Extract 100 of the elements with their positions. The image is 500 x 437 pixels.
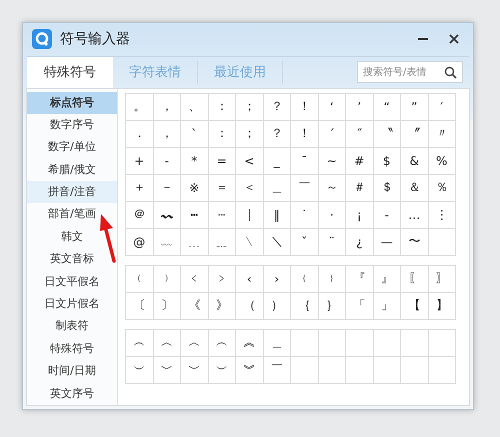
symbol-cell[interactable]: … [401,202,428,229]
symbol-cell[interactable]: ︽ [236,330,264,357]
symbol-cell[interactable]: ！ [291,94,318,121]
sidebar-item[interactable]: 数字/单位 [48,136,96,159]
symbol-cell[interactable]: ＄ [374,174,401,202]
symbol-cell[interactable]: ¿ [346,228,374,256]
symbol-cell[interactable]: ＿ [264,174,291,202]
symbol-cell[interactable]: 【 [401,292,428,320]
symbol-cell[interactable]: ＼ [264,228,291,256]
tab[interactable]: 特殊符号 [27,56,113,88]
symbol-cell[interactable]: 》 [208,292,236,320]
symbol-cell[interactable]: _ [264,148,291,175]
symbol-cell[interactable]: ┄ [208,202,236,229]
symbol-cell[interactable]: ” [401,94,428,121]
symbol-cell[interactable]: @ [126,228,154,256]
symbol-cell[interactable]: ＠ [126,202,154,229]
symbol-cell[interactable]: & [401,148,428,175]
symbol-cell[interactable]: 《 [181,292,208,320]
symbol-cell[interactable]: ﹤ [181,266,208,293]
symbol-cell[interactable]: ︵ [208,330,236,357]
symbol-cell[interactable]: 】 [428,292,456,320]
symbol-cell[interactable]: ？ [264,120,291,148]
symbol-cell[interactable]: ¯ [291,148,318,175]
symbol-cell[interactable]: ￣ [264,356,291,384]
symbol-cell[interactable]: ﹛ [291,266,318,293]
sidebar-item[interactable]: 制表符 [56,315,88,338]
symbol-cell[interactable]: ￣ [291,174,318,202]
symbol-cell[interactable]: 〃 [428,120,456,148]
symbol-cell[interactable]: ﹏ [154,228,181,256]
symbol-cell[interactable]: ︶ [126,356,154,384]
symbol-cell[interactable]: ˋ [181,120,208,148]
symbol-cell[interactable]: ＋ [126,174,154,202]
symbol-cell[interactable]: $ [374,148,401,175]
symbol-cell[interactable]: ﹀ [181,356,208,384]
sidebar-item[interactable]: 时间/日期 [48,360,96,383]
symbol-cell[interactable]: % [428,148,456,175]
symbol-cell[interactable]: ﹙ [126,266,154,293]
symbol-cell[interactable]: ﹍ [181,228,208,256]
symbol-cell[interactable]: ˊ [318,120,346,148]
symbol-cell[interactable]: = [208,148,236,175]
symbol-cell[interactable]: ） [264,292,291,320]
search-field[interactable]: 搜索符号/表情 [357,61,463,84]
symbol-cell[interactable]: ﹎ [208,228,236,256]
symbol-cell[interactable]: ＝ [208,174,236,202]
symbol-cell[interactable]: ~ [318,148,346,175]
symbol-cell[interactable]: ＿ [264,330,291,357]
symbol-cell[interactable]: 〝 [374,120,401,148]
symbol-cell[interactable]: ～ [318,174,346,202]
symbol-cell[interactable]: ： [208,94,236,121]
symbol-cell[interactable]: ‐ [374,202,401,229]
symbol-cell[interactable]: 〗 [428,266,456,293]
symbol-cell[interactable]: 〕 [154,292,181,320]
symbol-cell[interactable]: ： [208,120,236,148]
symbol-cell[interactable]: ﹥ [208,266,236,293]
symbol-cell[interactable]: ︵ [126,330,154,357]
symbol-cell[interactable]: 。 [126,94,154,121]
symbol-cell[interactable]: ‘ [318,94,346,121]
symbol-cell[interactable]: － [154,174,181,202]
symbol-cell[interactable]: （ [236,292,264,320]
symbol-cell[interactable]: ﹀ [154,356,181,384]
symbol-cell[interactable]: › [264,266,291,293]
symbol-cell[interactable]: ︿ [181,330,208,357]
symbol-cell[interactable]: 〰 [154,202,181,229]
symbol-cell[interactable]: ‹ [236,266,264,293]
symbol-cell[interactable]: ﹚ [154,266,181,293]
symbol-cell[interactable]: — [374,228,401,256]
symbol-cell[interactable]: ┅ [181,202,208,229]
symbol-cell[interactable]: ｜ [236,202,264,229]
symbol-cell[interactable]: ！ [291,120,318,148]
symbol-cell[interactable]: ’ [346,94,374,121]
symbol-cell[interactable]: 」 [374,292,401,320]
symbol-cell[interactable]: ＜ [236,174,264,202]
sidebar-item[interactable]: 英文序号 [50,382,94,405]
symbol-cell[interactable]: ？ [264,94,291,121]
symbol-cell[interactable]: 〞 [401,120,428,148]
symbol-cell[interactable]: ︙ [428,202,456,229]
symbol-cell[interactable]: ﹨ [236,228,264,256]
symbol-cell[interactable]: - [154,148,181,175]
symbol-cell[interactable]: ， [154,94,181,121]
symbol-cell[interactable]: 、 [181,94,208,121]
symbol-cell[interactable]: ¡ [346,202,374,229]
sidebar-item[interactable]: 数字序号 [50,114,94,136]
symbol-cell[interactable]: ˙ [291,202,318,229]
symbol-cell[interactable]: ＃ [346,174,374,202]
symbol-cell[interactable]: 「 [346,292,374,320]
symbol-cell[interactable]: ˇ [291,228,318,256]
symbol-cell[interactable]: 〔 [126,292,154,320]
symbol-cell[interactable]: ′ [428,94,456,121]
symbol-cell[interactable]: + [126,148,154,175]
symbol-cell[interactable]: ； [236,94,264,121]
sidebar-item[interactable]: 英文音标 [50,248,94,271]
symbol-cell[interactable]: * [181,148,208,175]
symbol-cell[interactable]: < [236,148,264,175]
symbol-cell[interactable]: ； [236,120,264,148]
symbol-cell[interactable]: ｝ [318,292,346,320]
sidebar-item[interactable]: 韩文 [61,226,83,248]
symbol-cell[interactable]: ︶ [208,356,236,384]
symbol-cell[interactable]: 〖 [401,266,428,293]
sidebar-item[interactable]: 日文片假名 [44,293,100,316]
symbol-cell[interactable]: ˝ [346,120,374,148]
